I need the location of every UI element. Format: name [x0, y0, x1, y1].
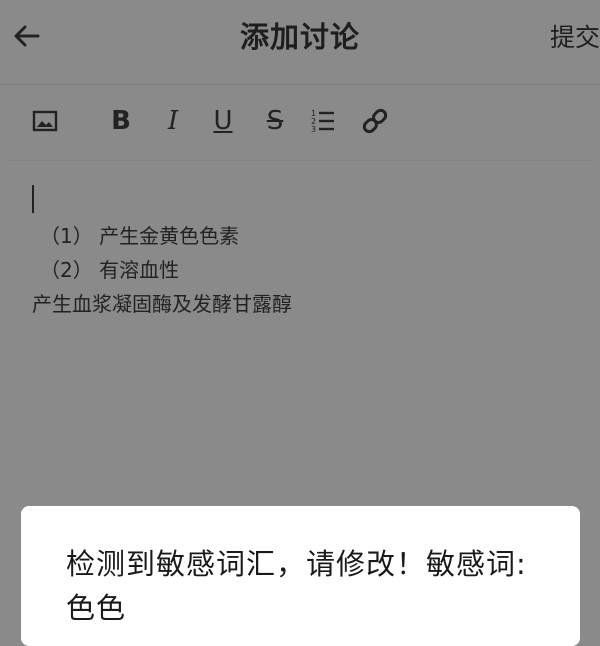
strikethrough-button[interactable]: S [258, 104, 292, 138]
underline-button[interactable]: U [206, 104, 240, 138]
italic-button[interactable]: I [156, 104, 190, 138]
formatting-toolbar: B I U S 1 2 3 [0, 96, 600, 150]
ordered-list-icon: 1 2 3 [311, 109, 334, 134]
bold-icon: B [111, 106, 131, 136]
editor-line: （1） 产生金黄色色素 [40, 224, 240, 248]
link-icon [362, 108, 388, 134]
editor-line: 产生血浆凝固酶及发酵甘露醇 [32, 292, 292, 316]
insert-link-button[interactable] [358, 104, 392, 138]
image-icon [32, 110, 58, 132]
submit-button[interactable]: 提交 [550, 18, 600, 54]
strikethrough-icon: S [266, 106, 284, 136]
app-header: 添加讨论 提交 [0, 0, 600, 85]
text-caret [32, 185, 34, 213]
italic-icon: I [167, 106, 179, 136]
sensitive-word-alert: 检测到敏感词汇，请修改！敏感词: 色色 [21, 506, 580, 646]
svg-text:3: 3 [311, 125, 316, 134]
ordered-list-button[interactable]: 1 2 3 [306, 104, 340, 138]
insert-image-button[interactable] [28, 104, 62, 138]
underline-icon: U [213, 106, 233, 136]
editor-line: （2） 有溶血性 [40, 258, 180, 282]
bold-button[interactable]: B [104, 104, 138, 138]
page-title: 添加讨论 [239, 20, 360, 54]
alert-message: 检测到敏感词汇，请修改！敏感词: 色色 [66, 547, 527, 625]
